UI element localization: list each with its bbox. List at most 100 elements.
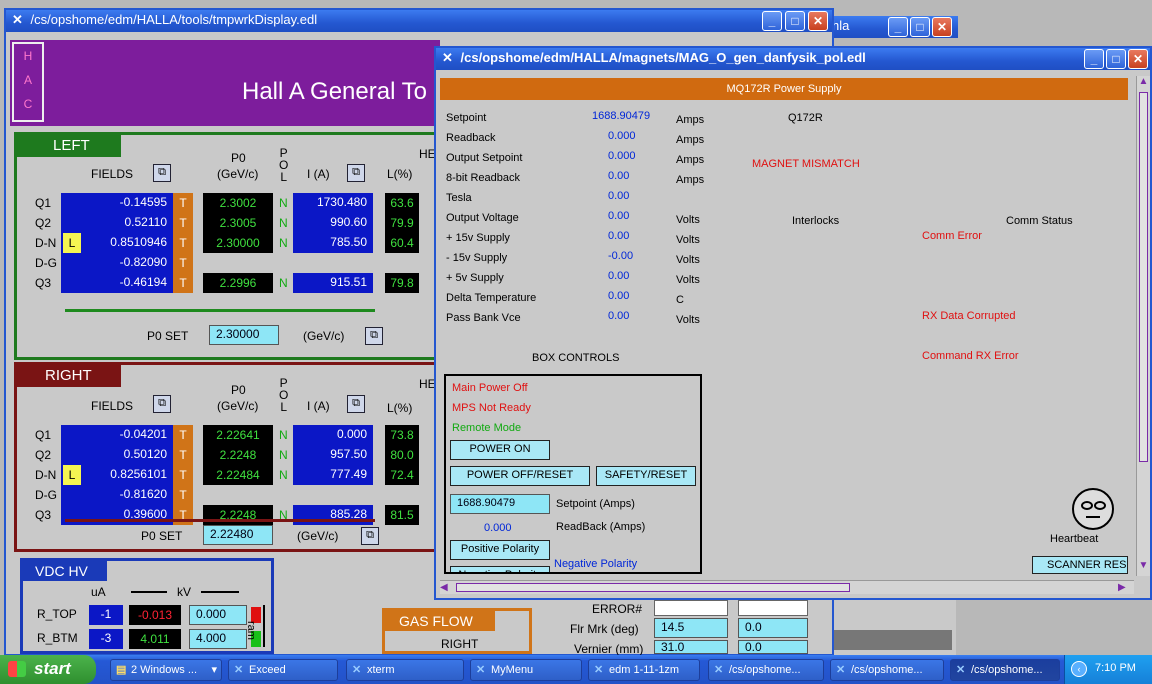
- copy-icon[interactable]: ⧉: [365, 327, 383, 345]
- reading-value: 0.00: [608, 210, 630, 222]
- minimize-icon[interactable]: _: [1084, 49, 1104, 69]
- divider: [263, 605, 265, 647]
- current-value: 1730.480: [293, 193, 373, 213]
- minimize-icon[interactable]: _: [888, 17, 908, 37]
- tesla-button[interactable]: T: [173, 273, 193, 293]
- magnet-name: Q1: [35, 428, 52, 442]
- p0set-input[interactable]: 2.30000: [209, 325, 279, 345]
- copy-icon[interactable]: ⧉: [361, 527, 379, 545]
- tesla-button[interactable]: T: [173, 445, 193, 465]
- floor-mark-value: 14.5: [654, 618, 728, 638]
- fields-header: FIELDS: [91, 167, 134, 181]
- maximize-icon[interactable]: □: [910, 17, 930, 37]
- tesla-button[interactable]: T: [173, 213, 193, 233]
- power-on-button[interactable]: POWER ON: [450, 440, 550, 460]
- reading-unit: Amps: [676, 174, 705, 186]
- p0set-label: P0 SET: [147, 329, 189, 343]
- tesla-button[interactable]: T: [173, 505, 193, 525]
- start-button[interactable]: start: [0, 655, 96, 684]
- field-value: -0.14595: [61, 193, 173, 213]
- app-x-icon: ✕: [12, 12, 23, 27]
- field-value: -0.46194: [61, 273, 173, 293]
- taskbar-item[interactable]: ✕ edm 1-11-1zm: [588, 659, 700, 681]
- copy-icon[interactable]: ⧉: [153, 395, 171, 413]
- minimize-icon[interactable]: _: [762, 11, 782, 31]
- vertical-scrollbar[interactable]: ▲ ▼: [1136, 76, 1150, 576]
- scroll-right-icon[interactable]: ▶: [1118, 581, 1132, 594]
- heartbeat-eye-icon: [1081, 501, 1093, 510]
- fields-header: FIELDS: [91, 399, 134, 413]
- p0set-label: P0 SET: [141, 529, 183, 543]
- heartbeat-icon: [1072, 488, 1114, 530]
- power-off-reset-button[interactable]: POWER OFF/RESET: [450, 466, 590, 486]
- bg-window-titlebar[interactable]: hla _ □ ✕: [826, 16, 958, 38]
- tesla-button[interactable]: T: [173, 425, 193, 445]
- polarity-status: Negative Polarity: [554, 558, 638, 570]
- scroll-left-icon[interactable]: ◀: [440, 581, 454, 594]
- tesla-button[interactable]: T: [173, 253, 193, 273]
- tesla-button[interactable]: T: [173, 485, 193, 505]
- taskbar-item[interactable]: ✕ xterm: [346, 659, 464, 681]
- gas-flow-panel: GAS FLOW RIGHT: [382, 608, 532, 654]
- mps-status: MPS Not Ready: [452, 402, 531, 414]
- field-value: -0.04201: [61, 425, 173, 445]
- tesla-button[interactable]: T: [173, 233, 193, 253]
- horizontal-scrollbar[interactable]: ◀ ▶: [440, 580, 1134, 594]
- level-value: 72.4: [385, 465, 419, 485]
- tmpwrk-titlebar[interactable]: ✕ /cs/opshome/edm/HALLA/tools/tmpwrkDisp…: [6, 10, 832, 32]
- magnet-titlebar[interactable]: ✕ /cs/opshome/edm/HALLA/magnets/MAG_O_ge…: [436, 48, 1150, 70]
- field-flag: L: [63, 465, 81, 485]
- scroll-thumb[interactable]: [456, 583, 850, 592]
- scanner-reset-button[interactable]: SCANNER RESE: [1032, 556, 1128, 574]
- tesla-button[interactable]: T: [173, 465, 193, 485]
- p0set-input[interactable]: 2.22480: [203, 525, 273, 545]
- taskbar-item[interactable]: ✕/cs/opshome...: [708, 659, 824, 681]
- x-app-icon: ✕: [714, 664, 724, 676]
- box-controls-panel: Main Power Off MPS Not Ready Remote Mode…: [444, 374, 702, 574]
- positive-polarity-button[interactable]: Positive Polarity: [450, 540, 550, 560]
- maximize-icon[interactable]: □: [785, 11, 805, 31]
- taskbar-item[interactable]: ▤ 2 Windows ... ▾: [110, 659, 222, 681]
- vdc-set-input[interactable]: 0.000: [189, 605, 247, 625]
- p0-value: 2.3002: [203, 193, 273, 213]
- scroll-down-icon[interactable]: ▼: [1137, 560, 1150, 574]
- heartbeat-eye-icon: [1094, 501, 1106, 510]
- vdc-set-input[interactable]: 4.000: [189, 629, 247, 649]
- level-value: 63.6: [385, 193, 419, 213]
- close-icon[interactable]: ✕: [1128, 49, 1148, 69]
- taskbar-item-active[interactable]: ✕/cs/opshome...: [950, 659, 1060, 681]
- reading-label: - 15v Supply: [446, 252, 508, 264]
- p0-value: 2.22484: [203, 465, 273, 485]
- copy-icon[interactable]: ⧉: [347, 164, 365, 182]
- x-app-icon: ✕: [836, 664, 846, 676]
- tray-expand-icon[interactable]: ‹: [1071, 661, 1087, 677]
- readback-value: 0.000: [484, 522, 512, 534]
- safety-reset-button[interactable]: SAFETY/RESET: [596, 466, 696, 486]
- taskbar-item[interactable]: ✕ MyMenu: [470, 659, 582, 681]
- reading-label: Pass Bank Vce: [446, 312, 521, 324]
- copy-icon[interactable]: ⧉: [347, 395, 365, 413]
- close-icon[interactable]: ✕: [932, 17, 952, 37]
- maximize-icon[interactable]: □: [1106, 49, 1126, 69]
- negative-polarity-button[interactable]: Negative Polarity: [450, 566, 550, 572]
- magnet-name: D-N: [35, 468, 57, 482]
- scroll-thumb[interactable]: [1139, 92, 1148, 462]
- magnet-name: Q3: [35, 276, 52, 290]
- taskbar-item[interactable]: ✕/cs/opshome...: [830, 659, 944, 681]
- level-value: 79.8: [385, 273, 419, 293]
- vernier-label: Vernier (mm): [574, 642, 644, 656]
- vdc-hv-panel: VDC HV uA kV R_TOP -1 -0.013 0.000 R_BTM…: [20, 558, 274, 654]
- setpoint-input[interactable]: 1688.90479: [450, 494, 550, 514]
- polarity-value: N: [279, 276, 288, 290]
- scroll-up-icon[interactable]: ▲: [1137, 76, 1150, 90]
- field-value: 0.50120: [61, 445, 173, 465]
- tesla-button[interactable]: T: [173, 193, 193, 213]
- copy-icon[interactable]: ⧉: [153, 164, 171, 182]
- field-flag: L: [63, 233, 81, 253]
- reading-label: Delta Temperature: [446, 292, 537, 304]
- readback-label: ReadBack (Amps): [556, 521, 646, 533]
- taskbar-item[interactable]: ✕ Exceed: [228, 659, 338, 681]
- polarity-value: N: [279, 468, 288, 482]
- divider: [65, 309, 375, 312]
- close-icon[interactable]: ✕: [808, 11, 828, 31]
